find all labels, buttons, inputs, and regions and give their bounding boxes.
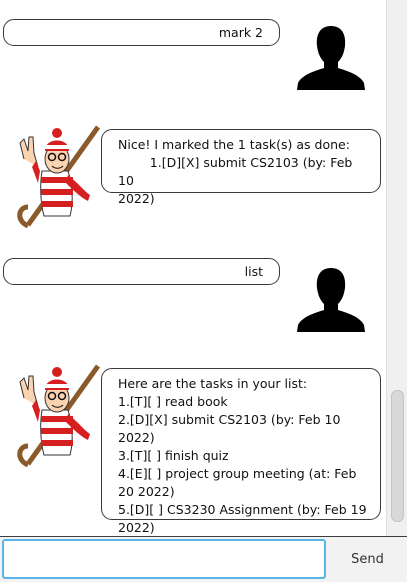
send-button[interactable]: Send bbox=[330, 539, 405, 579]
message-input[interactable] bbox=[2, 539, 326, 579]
user-avatar-icon bbox=[297, 268, 365, 332]
user-avatar-icon bbox=[297, 26, 365, 90]
scrollbar-thumb[interactable] bbox=[391, 390, 404, 522]
duke-message: Nice! I marked the 1 task(s) as done: 1.… bbox=[101, 129, 381, 206]
user-message: list bbox=[3, 258, 280, 285]
duke-message: Here are the tasks in your list: 1.[T][ … bbox=[101, 368, 381, 535]
user-message: mark 2 bbox=[3, 19, 280, 46]
duke-avatar-icon bbox=[17, 364, 101, 468]
chat-history[interactable]: mark 2 Nice! I marked the 1 task(s) as d… bbox=[0, 0, 386, 536]
duke-avatar-icon bbox=[17, 125, 101, 229]
chat-scrollbar[interactable] bbox=[386, 0, 407, 536]
input-bar: Send bbox=[0, 537, 407, 582]
